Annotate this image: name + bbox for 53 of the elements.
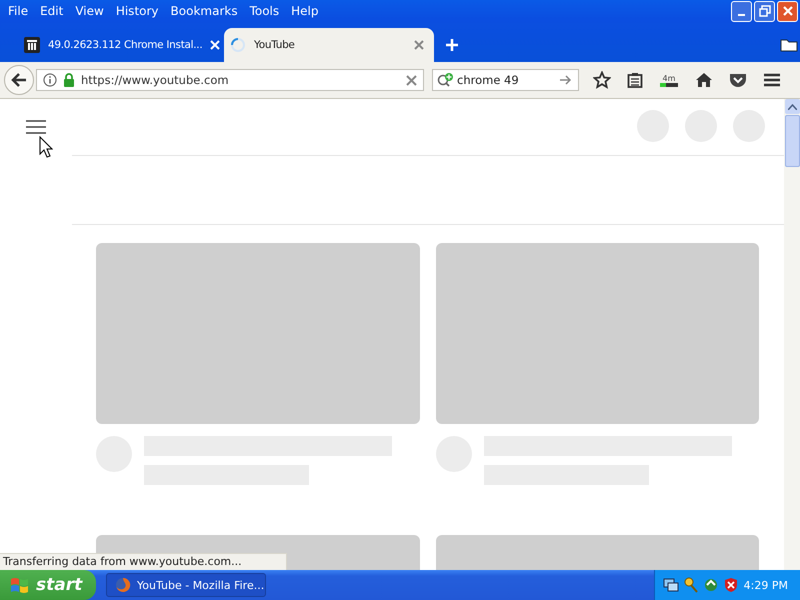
restore-button[interactable] <box>754 0 775 22</box>
browser-tab[interactable]: YouTube <box>224 28 434 62</box>
archive-icon <box>24 37 40 53</box>
browser-tab[interactable]: 49.0.2623.112 Chrome Instal... <box>18 28 224 62</box>
menu-icon[interactable] <box>26 119 46 135</box>
browser-icon <box>115 577 131 593</box>
downloads-button[interactable]: 4m <box>659 74 679 86</box>
menu-item[interactable]: Edit <box>34 4 70 18</box>
menu-item[interactable]: History <box>110 4 165 18</box>
go-arrow-icon[interactable] <box>560 75 572 85</box>
keys-icon[interactable] <box>683 577 699 593</box>
menu-item[interactable]: File <box>2 4 34 18</box>
minimize-button[interactable] <box>731 0 752 22</box>
pocket-icon[interactable] <box>729 72 747 88</box>
close-icon <box>782 5 794 17</box>
scroll-up-icon[interactable] <box>788 104 796 110</box>
menu-icon[interactable] <box>763 72 781 88</box>
search-icon <box>437 73 455 87</box>
windows-logo-icon <box>10 576 30 594</box>
search-text: chrome 49 <box>457 73 520 87</box>
url-text: https://www.youtube.com <box>81 73 230 87</box>
loading-icon <box>230 37 246 53</box>
scrollbar[interactable] <box>784 99 800 570</box>
tab-title: 49.0.2623.112 Chrome Instal... <box>48 39 202 51</box>
menu-item[interactable]: Tools <box>244 4 286 18</box>
clear-icon[interactable] <box>406 74 417 86</box>
new-tab-icon[interactable] <box>446 39 458 51</box>
clock-text: 4:29 PM <box>744 578 788 592</box>
lock-icon <box>63 73 75 87</box>
back-button[interactable] <box>4 65 34 95</box>
reading-list-icon[interactable] <box>627 72 643 88</box>
restore-icon <box>758 5 770 17</box>
status-text: Transferring data from www.youtube.com... <box>0 553 287 570</box>
tab-title: YouTube <box>254 39 296 51</box>
address-field[interactable]: https://www.youtube.com <box>36 69 424 91</box>
search-field[interactable]: chrome 49 <box>432 69 579 91</box>
bookmark-star-icon[interactable] <box>593 71 611 89</box>
close-icon[interactable] <box>414 40 424 50</box>
menu-item[interactable]: Bookmarks <box>164 4 244 18</box>
home-icon[interactable] <box>695 72 713 88</box>
update-icon[interactable] <box>703 577 719 593</box>
menu-item[interactable]: Help <box>285 4 324 18</box>
close-button[interactable] <box>777 0 798 22</box>
scroll-thumb[interactable] <box>784 115 800 167</box>
folder-icon[interactable] <box>780 37 798 52</box>
shield-icon[interactable] <box>723 577 739 593</box>
info-icon[interactable] <box>43 73 57 87</box>
back-arrow-icon <box>11 73 27 87</box>
taskbar-button[interactable]: YouTube - Mozilla Fire... <box>106 573 266 597</box>
mouse-pointer-icon <box>39 136 53 158</box>
network-icon[interactable] <box>663 577 679 593</box>
menu-item[interactable]: View <box>69 4 110 18</box>
minimize-icon <box>738 14 745 16</box>
